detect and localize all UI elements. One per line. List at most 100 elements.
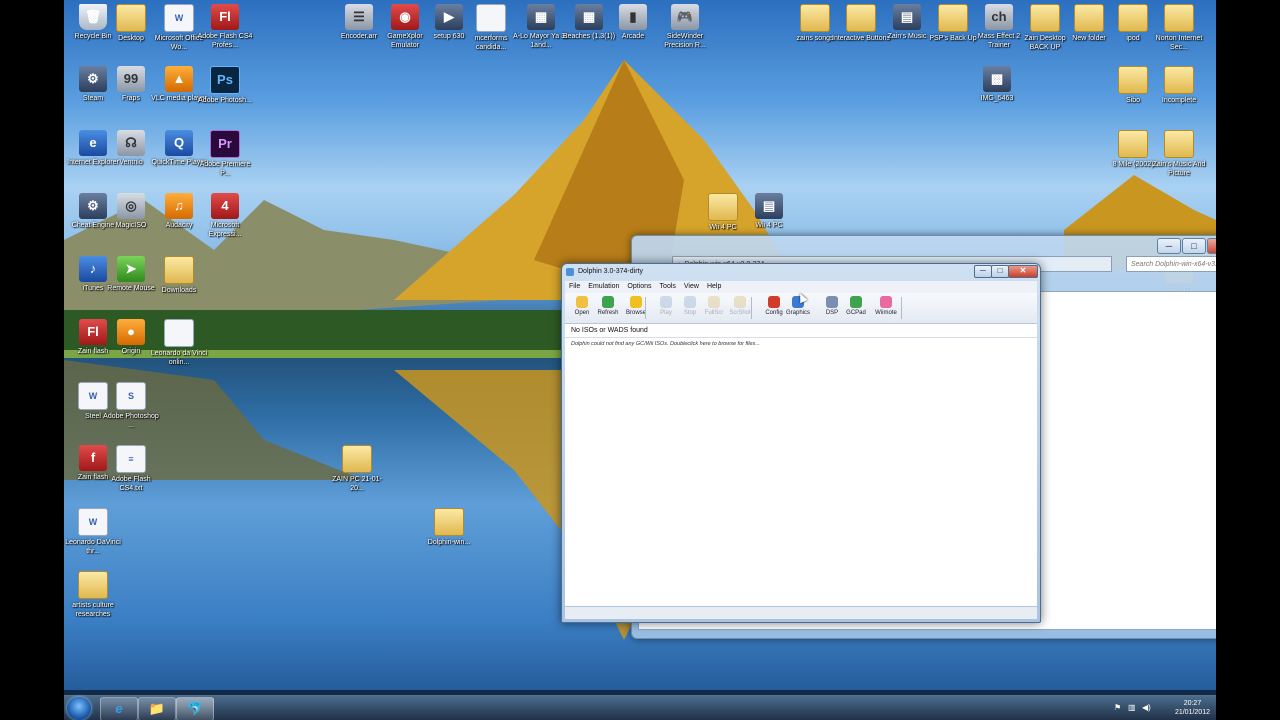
menu-tools[interactable]: Tools (656, 281, 680, 290)
desktop-icon-label: SideWinder Precision R... (664, 33, 706, 49)
clock[interactable]: 20:27 21/01/2012 (1175, 699, 1210, 717)
clock-date: 21/01/2012 (1174, 709, 1210, 716)
menu-file[interactable]: File (565, 281, 584, 290)
folder-icon (1118, 4, 1148, 32)
minimize-icon[interactable]: ─ (1157, 238, 1181, 254)
desktop-icon[interactable]: ▩ IMG_5463 (968, 66, 1026, 103)
taskbar-ie-icon[interactable]: e (100, 697, 138, 720)
desktop-icon-label: ZAIN PC 21-01-20... (332, 476, 382, 492)
menu-emulation[interactable]: Emulation (584, 281, 623, 290)
folder-icon (800, 4, 830, 32)
close-icon[interactable]: ✕ (1207, 238, 1216, 254)
search-input[interactable]: Search Dolphin-win-x64-v3... (1126, 256, 1216, 272)
toolbar-gcpad-button[interactable]: GCPad (843, 296, 869, 316)
folder-icon (1164, 4, 1194, 32)
toolbar-dsp-button[interactable]: DSP (819, 296, 845, 316)
app-icon: ▩ (983, 66, 1011, 92)
toolbar-label: Wiimote (875, 310, 897, 316)
desktop-icon[interactable]: Incomplete (1150, 66, 1208, 105)
desktop-icon-label: Adobe Premiere P... (199, 161, 251, 177)
doc-icon: W (78, 508, 108, 536)
game-list[interactable]: Dolphin could not find any GC/Wii ISOs. … (565, 338, 1037, 606)
desktop-icon-label: Wii 4 PC (755, 222, 783, 229)
doc-icon (164, 319, 194, 347)
desktop-icon[interactable]: Downloads (150, 256, 208, 295)
desktop-icon[interactable]: Fl Adobe Flash CS4 Profes... (196, 4, 254, 50)
folder-icon (1118, 130, 1148, 158)
toolbar-stop-button[interactable]: Stop (677, 296, 703, 316)
toolbar-label: GCPad (846, 310, 866, 316)
folder-icon (1118, 66, 1148, 94)
toolbar-fullscr-button[interactable]: FullScr (701, 296, 727, 316)
flag-icon[interactable]: ⚑ (1114, 703, 1121, 712)
toolbar-config-button[interactable]: Config (761, 296, 787, 316)
toolbar-label: Play (660, 310, 672, 316)
desktop-icon[interactable]: W Leonardo DaVinci thr... (64, 508, 122, 556)
network-icon[interactable]: ▥ (1128, 703, 1136, 712)
play-icon (660, 296, 672, 308)
desktop-icon[interactable]: ▮ Arcade (604, 4, 662, 41)
red-icon: 4 (211, 193, 239, 219)
app-icon: ▤ (755, 193, 783, 219)
desktop-icon[interactable]: Norton Internet Sec... (1150, 4, 1208, 52)
desktop-icon[interactable]: Zain's Music And Picture (1150, 130, 1208, 178)
gray-icon: ☰ (345, 4, 373, 30)
desktop-icon-label: Adobe Flash CS4.txt (111, 476, 151, 492)
toolbar-separator (751, 297, 752, 319)
desktop-icon[interactable]: S Adobe Photoshop ... (102, 382, 160, 430)
desktop-icon[interactable]: Dolphin-win... (420, 508, 478, 547)
toolbar-scrshot-button[interactable]: ScrShot (727, 296, 753, 316)
toolbar-refresh-button[interactable]: Refresh (595, 296, 621, 316)
doc-icon: S (116, 382, 146, 410)
toolbar-label: Refresh (597, 310, 619, 316)
folder-icon (1074, 4, 1104, 32)
desktop-icon[interactable]: ▤ Wii 4 PC (740, 193, 798, 230)
folder-icon (1030, 4, 1060, 32)
maximize-icon[interactable]: □ (1182, 238, 1206, 254)
start-button[interactable] (67, 697, 91, 720)
folder-icon (938, 4, 968, 32)
refresh-icon (602, 296, 614, 308)
menu-view[interactable]: View (680, 281, 703, 290)
toolbar-label: ScrShot (729, 310, 751, 316)
status-bar (565, 607, 1037, 619)
desktop-icon[interactable]: ≡ Adobe Flash CS4.txt (102, 445, 160, 493)
toolbar-play-button[interactable]: Play (653, 296, 679, 316)
toolbar-open-button[interactable]: Open (569, 296, 595, 316)
desktop-icon-label: Microsoft Expressi... (208, 222, 242, 238)
desktop-icon-label: Leonardo da Vinci onlin... (150, 350, 208, 366)
orange-icon: ● (117, 319, 145, 345)
dolphin-icon (566, 268, 574, 276)
toolbar-wiimote-button[interactable]: Wiimote (873, 296, 899, 316)
dsp-icon (826, 296, 838, 308)
gray-icon: ▮ (619, 4, 647, 30)
desktop-icon[interactable]: Pr Adobe Premiere P... (196, 130, 254, 178)
desktop-icon[interactable]: 🎮 SideWinder Precision R... (656, 4, 714, 50)
window-title: Dolphin 3.0-374-dirty (578, 268, 643, 275)
desktop-icon[interactable]: ZAIN PC 21-01-20... (328, 445, 386, 493)
desktop-icon[interactable]: Ps Adobe Photosh... (196, 66, 254, 105)
menu-options[interactable]: Options (623, 281, 655, 290)
minimize-button[interactable]: ─ (974, 265, 992, 278)
blue-icon: Q (165, 130, 193, 156)
browse-hint[interactable]: Dolphin could not find any GC/Wii ISOs. … (571, 341, 760, 347)
toolbar-label: Open (574, 310, 590, 316)
taskbar: e 📁 🐬 ⚑ ▥ ◀) 20:27 21/01/2012 (64, 695, 1216, 720)
desktop-icon[interactable]: artists culture researches (64, 571, 122, 619)
folder-icon (116, 4, 146, 32)
taskbar-dolphin-icon[interactable]: 🐬 (176, 697, 214, 720)
menu-help[interactable]: Help (703, 281, 725, 290)
folder-icon (164, 256, 194, 284)
volume-icon[interactable]: ◀) (1142, 703, 1151, 712)
gray-icon: ch (985, 4, 1013, 30)
orange-icon: ♫ (165, 193, 193, 219)
folder-icon (1164, 66, 1194, 94)
browse-icon (630, 296, 642, 308)
maximize-button[interactable]: □ (991, 265, 1009, 278)
desktop-icon[interactable]: Leonardo da Vinci onlin... (150, 319, 208, 367)
dolphin-window[interactable]: Dolphin 3.0-374-dirty ─ □ ✕ File Emulatio… (561, 263, 1041, 623)
taskbar-explorer-icon[interactable]: 📁 (138, 697, 176, 720)
desktop-icon[interactable]: 4 Microsoft Expressi... (196, 193, 254, 239)
desktop-icon-label: Dolphin-win... (427, 539, 471, 546)
close-button[interactable]: ✕ (1008, 265, 1038, 278)
